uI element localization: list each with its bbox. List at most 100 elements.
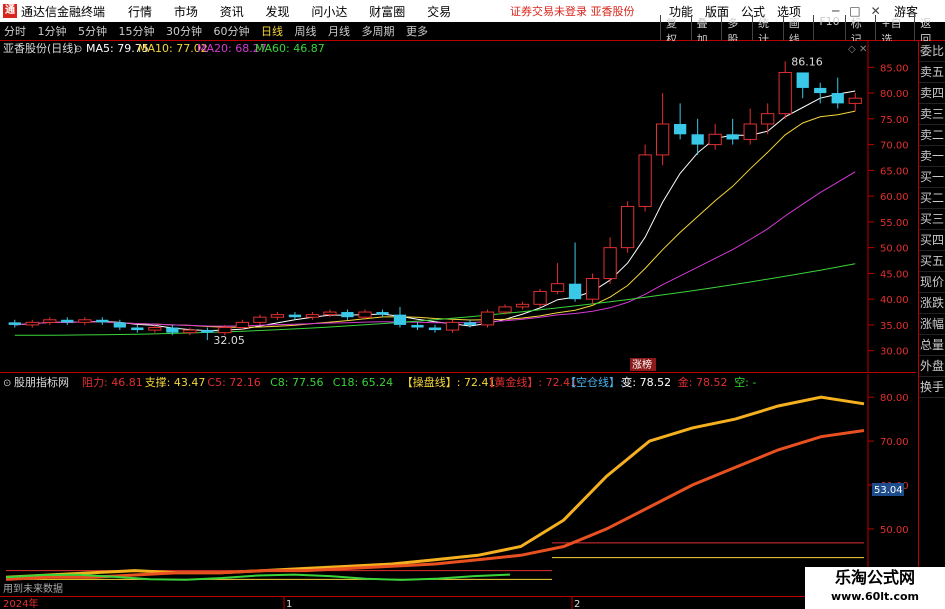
candle-body — [131, 327, 144, 331]
candle-body — [620, 205, 635, 249]
indicator-dropdown-icon[interactable]: ⊙ — [3, 378, 11, 389]
candle-body — [411, 324, 424, 328]
tab-timeframe[interactable]: 周线 — [291, 25, 321, 38]
indicator-name: 股朋指标网 — [14, 375, 69, 389]
watermark: 乐淘公式网 www.60lt.com — [805, 567, 945, 609]
sidebar-item[interactable]: 总量 — [919, 335, 945, 356]
candle-body — [463, 322, 477, 325]
candle-body — [43, 319, 57, 323]
event-tag[interactable]: 涨榜 — [632, 358, 652, 371]
sidebar-item[interactable]: 卖四 — [919, 83, 945, 104]
sidebar-item[interactable]: 外盘 — [919, 356, 945, 377]
indicator-chart[interactable]: ⊙ 股朋指标网 阻力: 46.81 支撑: 43.47 C5: 72.16 C8: 7… — [0, 374, 916, 609]
sidebar-item[interactable]: 换手 — [919, 377, 945, 398]
candle-body — [498, 306, 512, 313]
future-data-note: 用到未来数据 — [3, 582, 63, 595]
sidebar-item[interactable]: 买一 — [919, 167, 945, 188]
indicator-value: 变: 78.52 — [621, 375, 671, 389]
sidebar-item[interactable]: 卖三 — [919, 104, 945, 125]
app-title: 通达信金融终端 — [21, 4, 106, 19]
tab-timeframe[interactable]: 30分钟 — [162, 25, 206, 38]
sidebar-item[interactable]: 委比 — [919, 41, 945, 62]
ma60-label: MA60: 46.87 — [255, 42, 325, 55]
candle-body — [533, 290, 547, 305]
ma-dropdown-icon[interactable]: ⊙ — [74, 44, 82, 55]
timeframe-tabs: 分时 1分钟 5分钟 15分钟 30分钟 60分钟 日线 周线 月线 多周期 更… — [0, 23, 432, 39]
candle-body — [708, 133, 722, 146]
indicator-value: C8: 77.56 — [270, 376, 323, 389]
indicator-value: 阻力: 46.81 — [82, 376, 143, 389]
candle-body — [550, 283, 565, 292]
ind-tick-label: 80.00 — [880, 393, 909, 404]
menu-item[interactable]: 问小达 — [311, 5, 347, 19]
tab-timeframe[interactable]: 5分钟 — [74, 25, 111, 38]
indicator-value: 金: 78.52 — [678, 375, 728, 389]
candle-body — [603, 247, 617, 280]
candle-body — [796, 72, 809, 88]
candle-body — [235, 321, 250, 329]
menu-item[interactable]: 资讯 — [220, 5, 244, 19]
candle-body — [78, 319, 92, 323]
current-value: 53.04 — [874, 485, 903, 496]
candle-body — [270, 314, 285, 318]
sidebar-item[interactable]: 买二 — [919, 188, 945, 209]
price-tick-label: 60.00 — [880, 192, 909, 203]
close-panel-icon[interactable]: ✕ — [859, 44, 867, 55]
indicator-value: 支撑: 43.47 — [145, 375, 206, 389]
menu-item[interactable]: 行情 — [128, 5, 152, 19]
candle-body — [148, 327, 162, 331]
sidebar-item[interactable]: 涨幅 — [919, 314, 945, 335]
watermark-title: 乐淘公式网 — [834, 568, 915, 587]
menu-item[interactable]: 财富圈 — [369, 5, 405, 19]
candle-body — [656, 123, 670, 156]
sidebar-item[interactable]: 涨跌 — [919, 293, 945, 314]
candle-body — [480, 311, 495, 326]
tab-timeframe[interactable]: 15分钟 — [115, 25, 159, 38]
ind-tick-label: 50.00 — [880, 525, 909, 536]
price-tick-label: 35.00 — [880, 321, 909, 332]
sidebar-item[interactable]: 卖二 — [919, 125, 945, 146]
x-label-year: 2024年 — [3, 597, 38, 609]
price-tick-label: 70.00 — [880, 141, 909, 152]
candle-body — [305, 314, 320, 318]
watermark-url: www.60lt.com — [830, 590, 920, 603]
candle-body — [674, 123, 687, 135]
candle-body — [848, 97, 862, 104]
tab-timeframe[interactable]: 多周期 — [358, 25, 399, 38]
login-notice[interactable]: 证券交易未登录 亚香股份 — [510, 3, 635, 19]
candle-body — [218, 327, 232, 334]
sidebar-item[interactable]: 买五 — [919, 251, 945, 272]
tab-timeframe[interactable]: 分时 — [0, 25, 30, 38]
indicator-value: C18: 65.24 — [333, 376, 393, 389]
candle-body — [691, 134, 704, 145]
x-label-month1: 1 — [286, 599, 292, 609]
diamond-icon[interactable]: ◇ — [848, 44, 856, 55]
tab-timeframe-active[interactable]: 日线 — [257, 25, 287, 38]
sidebar-item[interactable]: 卖五 — [919, 62, 945, 83]
candle-body — [376, 312, 389, 315]
sidebar-item[interactable]: 现价 — [919, 272, 945, 293]
candle-body — [166, 327, 179, 333]
tab-timeframe[interactable]: 更多 — [402, 25, 432, 38]
candle-body — [831, 93, 844, 104]
candle-body — [341, 312, 354, 318]
chart-toolbar: 分时 1分钟 5分钟 15分钟 30分钟 60分钟 日线 周线 月线 多周期 更… — [0, 15, 945, 47]
tab-timeframe[interactable]: 60分钟 — [210, 25, 254, 38]
candlestick-chart[interactable]: 亚香股份(日线) ⊙ MA5: 79.75 MA10: 77.02 MA20: … — [0, 41, 916, 373]
menu-item[interactable]: 交易 — [427, 5, 451, 19]
menu-item[interactable]: 发现 — [266, 5, 290, 19]
sidebar-item[interactable]: 卖一 — [919, 146, 945, 167]
sidebar-item[interactable]: 买三 — [919, 209, 945, 230]
sidebar-item[interactable]: 买四 — [919, 230, 945, 251]
tab-timeframe[interactable]: 1分钟 — [34, 25, 71, 38]
menu-item[interactable]: 市场 — [174, 5, 198, 19]
indicator-value: 【黄金线】: 72.41 — [483, 375, 577, 389]
candle-body — [8, 322, 21, 325]
price-tick-label: 40.00 — [880, 295, 909, 306]
tab-timeframe[interactable]: 月线 — [324, 25, 354, 38]
candle-body — [288, 314, 302, 318]
candle-body — [428, 327, 442, 331]
x-label-month2: 2 — [574, 599, 580, 609]
price-tick-label: 80.00 — [880, 89, 909, 100]
candle-body — [515, 303, 530, 308]
